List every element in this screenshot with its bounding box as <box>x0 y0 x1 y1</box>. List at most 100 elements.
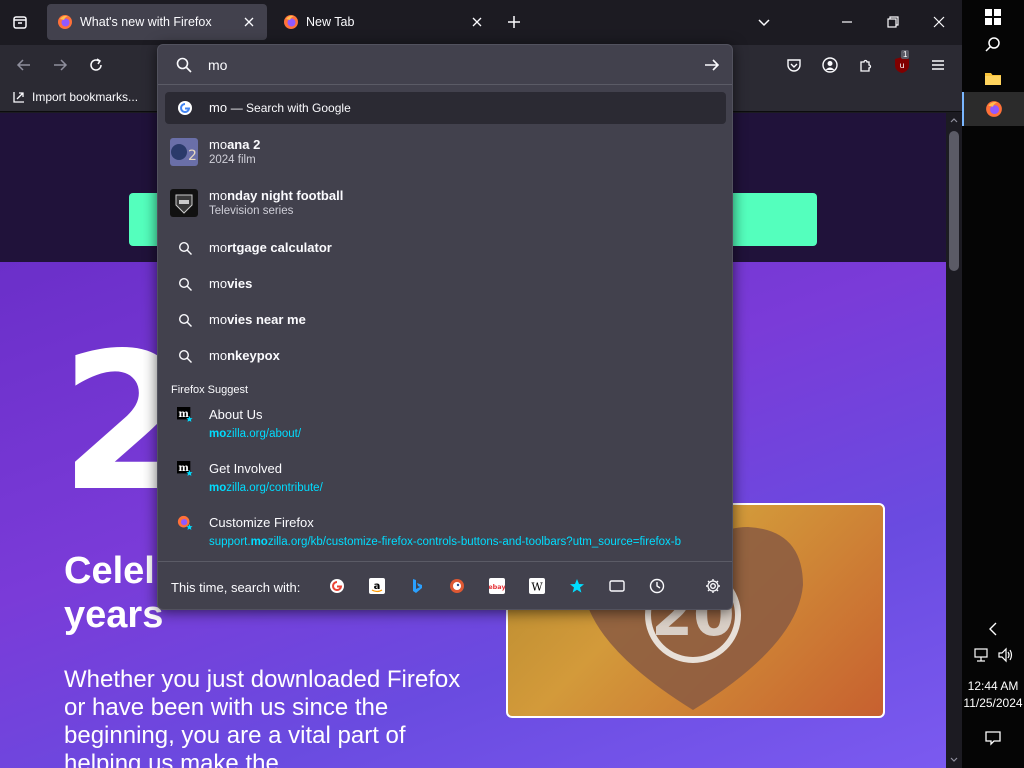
suggestion-row[interactable]: mortgage calculator <box>165 233 726 263</box>
list-all-tabs-chevron[interactable] <box>752 10 776 34</box>
suggest-row-involved[interactable]: m Get Involved mozilla.org/contribute/ <box>165 455 726 503</box>
import-bookmarks-button[interactable]: Import bookmarks... <box>12 90 138 104</box>
app-menu-button[interactable] <box>924 51 952 79</box>
suggestion-row[interactable]: movies <box>165 269 726 299</box>
amazon-engine-button[interactable]: a <box>368 577 386 595</box>
search-icon <box>177 240 193 256</box>
mnf-thumbnail-icon <box>170 189 198 217</box>
close-icon <box>933 16 945 28</box>
import-bookmarks-label: Import bookmarks... <box>32 90 139 104</box>
suggest-title: About Us <box>209 407 263 422</box>
duckduckgo-engine-button[interactable] <box>448 577 466 595</box>
suggestion-row[interactable]: monday night football Television series <box>165 182 726 226</box>
tab-close-button[interactable] <box>241 14 257 30</box>
duckduckgo-icon <box>450 579 464 593</box>
mozilla-m-icon: m <box>177 461 193 477</box>
suggestion-subtitle: Television series <box>209 205 294 217</box>
action-center-button[interactable] <box>962 721 1024 755</box>
google-engine-button[interactable] <box>328 577 346 595</box>
urlbar-input-row[interactable]: mo <box>158 45 732 85</box>
ublock-extension-button[interactable]: u 1 <box>888 50 916 79</box>
taskbar-clock[interactable]: 12:44 AM 11/25/2024 <box>962 678 1024 712</box>
scrollbar-thumb[interactable] <box>949 131 959 271</box>
suggest-url: mozilla.org/contribute/ <box>209 482 323 494</box>
scroll-down-arrow[interactable] <box>949 755 959 765</box>
suggestion-row[interactable]: 2 moana 2 2024 film <box>165 131 726 175</box>
tab-icon <box>609 580 625 592</box>
headline-line-2: years <box>64 594 164 636</box>
back-button[interactable] <box>10 51 38 79</box>
forward-button[interactable] <box>46 51 74 79</box>
minimize-icon <box>842 21 852 23</box>
search-icon <box>177 312 193 328</box>
suggestion-row[interactable]: monkeypox <box>165 341 726 371</box>
list-all-tabs-button[interactable] <box>6 8 34 36</box>
plus-icon <box>508 16 520 28</box>
google-icon <box>177 100 193 116</box>
tab-new-tab[interactable]: New Tab <box>273 4 495 40</box>
reload-icon <box>90 58 102 71</box>
chevron-down-icon <box>758 19 770 27</box>
firefox-logo-icon <box>58 15 72 29</box>
chevron-up-icon <box>950 118 958 123</box>
typed-text: mo <box>209 100 228 115</box>
search-icon <box>176 57 192 73</box>
suggest-url: mozilla.org/about/ <box>209 428 302 440</box>
go-arrow-icon[interactable] <box>703 56 721 74</box>
taskbar-firefox-button[interactable] <box>962 92 1024 126</box>
account-button[interactable] <box>816 51 844 79</box>
suggestion-row[interactable]: movies near me <box>165 305 726 335</box>
star-icon <box>570 579 584 593</box>
google-icon <box>330 579 344 593</box>
suggestion-title: movies <box>209 276 253 291</box>
tab-title: New Tab <box>306 15 355 29</box>
tab-whats-new[interactable]: What's new with Firefox <box>47 4 267 40</box>
pocket-button[interactable] <box>780 51 808 79</box>
firefox-window: What's new with Firefox New Tab u 1 Impo… <box>0 0 962 768</box>
clock-time: 12:44 AM <box>967 679 1019 693</box>
extensions-button[interactable] <box>852 51 880 79</box>
urlbar-dropdown: mo mo — Search with Google 2 moana 2 202… <box>157 44 733 610</box>
file-explorer-button[interactable] <box>962 61 1024 95</box>
search-with-label: This time, search with: <box>171 580 301 595</box>
suggestion-title: moana 2 <box>209 137 261 152</box>
tabs-engine-button[interactable] <box>608 577 626 595</box>
network-icon[interactable] <box>973 647 991 663</box>
suggestion-subtitle: 2024 film <box>209 154 256 166</box>
page-scrollbar[interactable] <box>946 113 962 768</box>
one-off-search-bar: This time, search with: a ebay W <box>158 561 732 609</box>
search-settings-button[interactable] <box>704 577 722 595</box>
reload-button[interactable] <box>82 51 110 79</box>
mozilla-m-icon: m <box>177 407 193 423</box>
amazon-icon: a <box>369 578 385 594</box>
volume-icon[interactable] <box>997 647 1013 663</box>
ebay-engine-button[interactable]: ebay <box>488 577 506 595</box>
restore-icon <box>887 16 899 28</box>
chevron-down-icon <box>950 757 958 762</box>
wikipedia-engine-button[interactable]: W <box>528 577 546 595</box>
hero-headline: Celel years <box>64 549 163 637</box>
google-row-suffix: — Search with Google <box>230 101 351 115</box>
tab-close-button[interactable] <box>469 14 485 30</box>
bing-engine-button[interactable] <box>408 577 426 595</box>
taskbar-search-button[interactable] <box>962 28 1024 62</box>
wikipedia-icon: W <box>529 578 545 594</box>
ebay-icon: ebay <box>489 578 505 594</box>
suggest-row-about[interactable]: m About Us mozilla.org/about/ <box>165 401 726 449</box>
tab-bar: What's new with Firefox New Tab <box>0 0 962 45</box>
close-window-button[interactable] <box>925 8 953 36</box>
bookmarks-engine-button[interactable] <box>568 577 586 595</box>
firefox-logo-icon <box>986 101 1002 117</box>
urlbar-input[interactable]: mo <box>208 57 227 73</box>
close-icon <box>472 17 482 27</box>
suggest-row-customize[interactable]: Customize Firefox support.mozilla.org/kb… <box>165 509 726 557</box>
search-with-google-row[interactable]: mo — Search with Google <box>165 92 726 124</box>
restore-button[interactable] <box>879 8 907 36</box>
scroll-up-arrow[interactable] <box>949 115 959 125</box>
system-tray <box>962 638 1024 672</box>
bing-icon <box>413 579 422 593</box>
new-tab-button[interactable] <box>502 10 526 34</box>
pocket-icon <box>787 59 801 72</box>
minimize-button[interactable] <box>833 8 861 36</box>
history-engine-button[interactable] <box>648 577 666 595</box>
